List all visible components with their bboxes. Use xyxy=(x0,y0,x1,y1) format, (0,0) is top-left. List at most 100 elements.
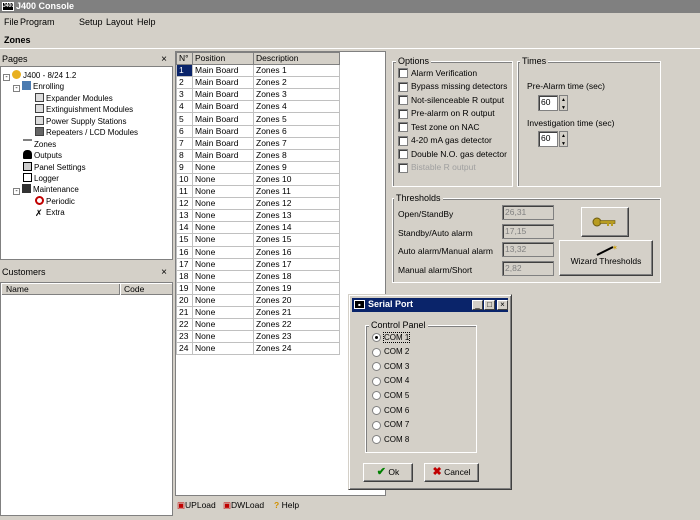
com-port-label[interactable]: COM 5 xyxy=(384,391,409,400)
table-row[interactable]: 12 None Zones 12 xyxy=(176,197,340,211)
option-checkbox[interactable] xyxy=(398,135,408,146)
cell-number[interactable]: 16 xyxy=(176,245,193,259)
table-row[interactable]: 2 Main Board Zones 2 xyxy=(176,76,340,90)
cell-position[interactable]: None xyxy=(192,269,254,283)
cell-position[interactable]: None xyxy=(192,172,254,187)
cell-position[interactable]: Main Board xyxy=(192,124,254,138)
cell-position[interactable]: None xyxy=(192,233,254,247)
com-port-label[interactable]: COM 6 xyxy=(384,406,409,415)
table-row[interactable]: 1 Main Board Zones 1 xyxy=(176,64,340,78)
cell-description[interactable]: Zones 11 xyxy=(253,185,340,199)
spin-up-icon[interactable]: ▲ xyxy=(560,132,567,140)
tree-node-extra[interactable]: ✗ Extra xyxy=(35,207,65,218)
cell-position[interactable]: Main Board xyxy=(192,112,254,126)
com-port-label[interactable]: COM 3 xyxy=(384,362,409,371)
ok-button[interactable]: ✔ Ok xyxy=(363,463,413,482)
table-row[interactable]: 18 None Zones 18 xyxy=(176,269,340,283)
menu-help[interactable]: Help xyxy=(137,17,156,27)
com-port-label[interactable]: COM 7 xyxy=(384,420,409,429)
spin-up-icon[interactable]: ▲ xyxy=(560,96,567,104)
cell-number[interactable]: 14 xyxy=(176,221,193,235)
cell-position[interactable]: Main Board xyxy=(192,88,254,102)
cell-position[interactable]: None xyxy=(192,330,254,344)
com-port-label[interactable]: COM 4 xyxy=(384,376,409,385)
cell-position[interactable]: None xyxy=(192,160,254,174)
tree-node-zones[interactable]: Zones xyxy=(23,139,56,150)
menu-setup[interactable]: Setup xyxy=(79,17,103,27)
spin-down-icon[interactable]: ▼ xyxy=(560,104,567,112)
com-port-label[interactable]: COM 8 xyxy=(384,435,409,444)
cell-number[interactable]: 17 xyxy=(176,257,193,271)
cell-position[interactable]: None xyxy=(192,209,254,223)
column-header-position[interactable]: Position xyxy=(192,51,254,66)
spin-down-icon[interactable]: ▼ xyxy=(560,140,567,148)
upload-button[interactable]: ▣UPLoad xyxy=(177,500,216,511)
cell-description[interactable]: Zones 13 xyxy=(253,209,340,223)
cell-number[interactable]: 8 xyxy=(176,148,193,162)
close-icon[interactable]: × xyxy=(497,300,508,310)
menu-program[interactable]: Program xyxy=(20,17,55,27)
close-icon[interactable]: × xyxy=(161,54,167,65)
tree-node-logger[interactable]: Logger xyxy=(23,173,59,184)
cell-description[interactable]: Zones 4 xyxy=(253,100,340,114)
cell-description[interactable]: Zones 9 xyxy=(253,160,340,174)
cell-description[interactable]: Zones 10 xyxy=(253,172,340,187)
investigation-time-spinner[interactable]: ▲ ▼ xyxy=(559,131,568,147)
column-header-name[interactable]: Name xyxy=(2,284,120,295)
table-row[interactable]: 22 None Zones 22 xyxy=(176,318,340,332)
cell-position[interactable]: Main Board xyxy=(192,64,254,78)
menu-file[interactable]: File xyxy=(4,17,19,27)
cell-number[interactable]: 23 xyxy=(176,330,193,344)
table-row[interactable]: 9 None Zones 9 xyxy=(176,160,340,174)
cell-description[interactable]: Zones 2 xyxy=(253,76,340,90)
cell-description[interactable]: Zones 17 xyxy=(253,257,340,271)
cell-description[interactable]: Zones 24 xyxy=(253,342,340,356)
table-row[interactable]: 19 None Zones 19 xyxy=(176,281,340,295)
cell-description[interactable]: Zones 23 xyxy=(253,330,340,344)
cell-description[interactable]: Zones 22 xyxy=(253,318,340,332)
cell-number[interactable]: 11 xyxy=(176,185,193,199)
threshold-value-standby-auto[interactable]: 17,15 xyxy=(502,224,554,239)
cell-number[interactable]: 22 xyxy=(176,318,193,332)
cell-description[interactable]: Zones 16 xyxy=(253,245,340,259)
cell-description[interactable]: Zones 8 xyxy=(253,148,340,162)
tree-node-periodic[interactable]: Periodic xyxy=(35,196,75,207)
option-checkbox[interactable] xyxy=(398,149,408,159)
com-port-radio[interactable] xyxy=(372,406,381,415)
com-port-label[interactable]: COM 1 xyxy=(382,331,411,343)
cell-description[interactable]: Zones 6 xyxy=(253,124,340,138)
table-row[interactable]: 24 None Zones 24 xyxy=(176,342,340,356)
zones-grid[interactable]: N° Position Description 1 Main Board Zones… xyxy=(176,51,340,356)
cell-number[interactable]: 5 xyxy=(176,112,193,126)
prealarm-time-spinner[interactable]: ▲ ▼ xyxy=(559,95,568,111)
option-checkbox[interactable] xyxy=(398,122,408,132)
column-header-code[interactable]: Code xyxy=(121,284,172,295)
cell-number[interactable]: 18 xyxy=(176,269,193,283)
tree-node-repeaters[interactable]: Repeaters / LCD Modules xyxy=(35,127,138,138)
com-port-radio[interactable] xyxy=(372,347,381,357)
cell-position[interactable]: None xyxy=(192,185,254,199)
cell-number[interactable]: 1 xyxy=(176,64,193,78)
table-row[interactable]: 23 None Zones 23 xyxy=(176,330,340,344)
minimize-icon[interactable]: _ xyxy=(472,300,483,310)
table-row[interactable]: 6 Main Board Zones 6 xyxy=(176,124,340,138)
cell-position[interactable]: None xyxy=(192,245,254,259)
cell-position[interactable]: None xyxy=(192,318,254,332)
cell-description[interactable]: Zones 5 xyxy=(253,112,340,126)
table-row[interactable]: 15 None Zones 15 xyxy=(176,233,340,247)
table-row[interactable]: 14 None Zones 14 xyxy=(176,221,340,235)
tree-node-outputs[interactable]: Outputs xyxy=(23,150,62,161)
menu-layout[interactable]: Layout xyxy=(106,17,133,27)
cell-position[interactable]: None xyxy=(192,221,254,235)
tree-node-enrolling[interactable]: - Enrolling xyxy=(13,81,64,92)
com-port-label[interactable]: COM 2 xyxy=(384,347,409,356)
cell-description[interactable]: Zones 14 xyxy=(253,221,340,235)
customers-list[interactable]: Name Code xyxy=(0,282,173,516)
cell-number[interactable]: 15 xyxy=(176,233,193,247)
cancel-button[interactable]: ✖ Cancel xyxy=(424,463,479,482)
cell-position[interactable]: Main Board xyxy=(192,136,254,150)
prealarm-time-input[interactable]: 60 xyxy=(538,95,558,111)
column-header-number[interactable]: N° xyxy=(176,51,193,66)
table-row[interactable]: 8 Main Board Zones 8 xyxy=(176,148,340,162)
table-row[interactable]: 21 None Zones 21 xyxy=(176,305,340,320)
